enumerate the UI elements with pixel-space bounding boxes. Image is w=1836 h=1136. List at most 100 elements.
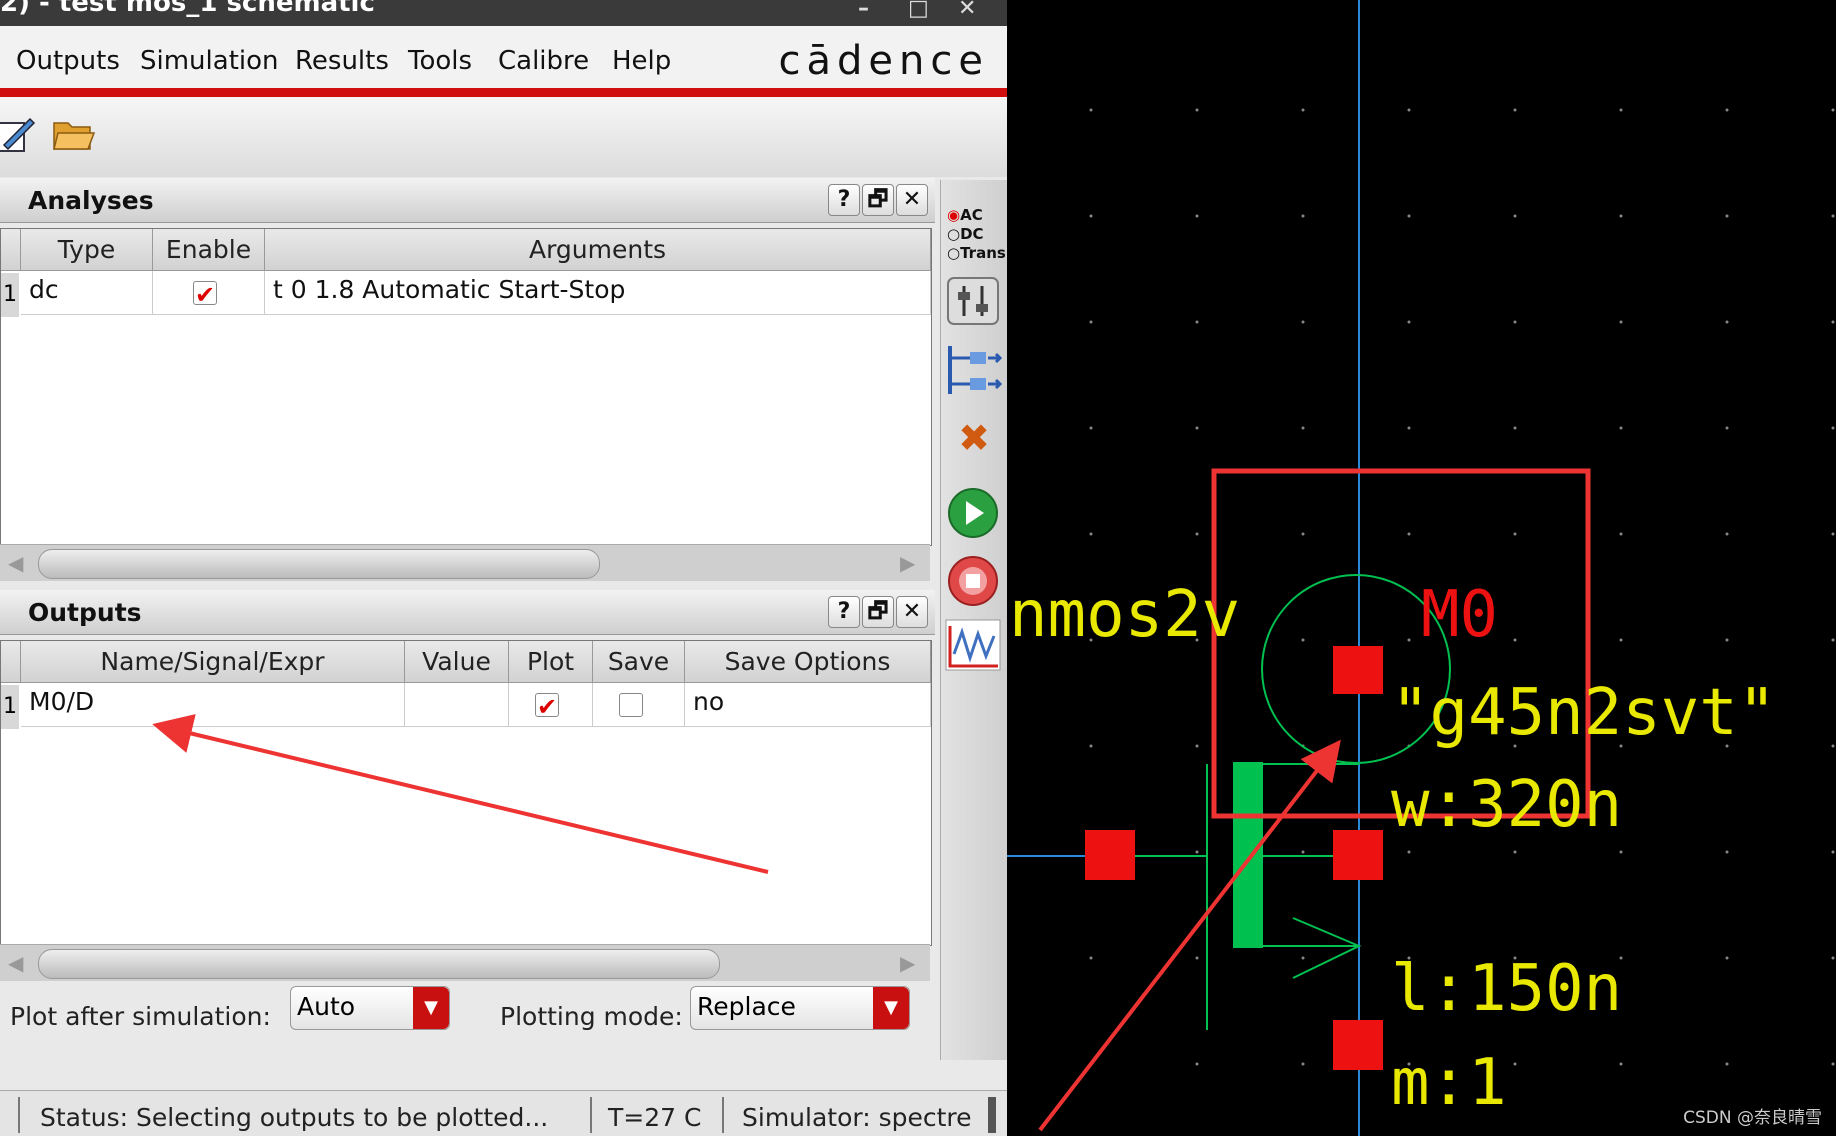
row-number: 1 <box>1 685 19 729</box>
plotting-mode-value: Replace <box>697 992 796 1021</box>
grid-dot <box>1301 1062 1305 1066</box>
grid-dot <box>1089 956 1093 960</box>
grid-dot <box>1195 1062 1199 1066</box>
grid-dot <box>1831 638 1835 642</box>
menu-simulation[interactable]: Simulation <box>140 46 279 76</box>
scroll-right-icon[interactable]: ▶ <box>900 551 915 575</box>
drain-pin[interactable] <box>1333 646 1383 694</box>
radio-trans[interactable]: ○Trans <box>947 244 1006 263</box>
grid-dot <box>1301 108 1305 112</box>
grid-dot <box>1831 108 1835 112</box>
scroll-left-icon[interactable]: ◀ <box>8 951 23 975</box>
grid-dot <box>1195 850 1199 854</box>
scroll-thumb[interactable] <box>38 549 600 579</box>
menu-outputs[interactable]: Outputs <box>16 46 120 76</box>
outputs-scrollbar[interactable]: ◀ ▶ <box>0 944 930 981</box>
outputs-help-button[interactable]: ? <box>828 596 860 628</box>
waveform-plot-icon[interactable] <box>944 618 1002 672</box>
grid-dot <box>1089 744 1093 748</box>
accent-bar <box>0 88 1007 97</box>
run-simulation-icon[interactable] <box>946 486 1000 540</box>
scroll-right-icon[interactable]: ▶ <box>900 951 915 975</box>
stop-simulation-icon[interactable] <box>946 554 1000 608</box>
plot-after-select[interactable]: Auto ▼ <box>290 986 450 1030</box>
col-value[interactable]: Value <box>405 641 509 683</box>
grid-dot <box>1301 532 1305 536</box>
delete-icon[interactable]: ✖ <box>941 416 1007 460</box>
netlist-icon[interactable] <box>944 340 1004 400</box>
col-save[interactable]: Save <box>593 641 685 683</box>
close-window-button[interactable]: ✕ <box>958 0 976 21</box>
analysis-radio-group: ◉AC ○DC ○Trans <box>947 206 1006 263</box>
chevron-down-icon[interactable]: ▼ <box>413 987 449 1029</box>
analysis-enable-checkbox[interactable] <box>193 276 217 314</box>
col-enable[interactable]: Enable <box>153 229 265 271</box>
plotting-mode-select[interactable]: Replace ▼ <box>690 986 910 1030</box>
open-folder-icon[interactable] <box>52 115 96 155</box>
model-label: "g45n2svt" <box>1391 676 1776 750</box>
analyses-help-button[interactable]: ? <box>828 184 860 216</box>
grid-dot <box>1195 426 1199 430</box>
resize-grip[interactable] <box>988 1097 996 1133</box>
title-bar: 2) - test mos_1 schematic – □ ✕ <box>0 0 1007 26</box>
output-save-checkbox[interactable] <box>619 693 643 717</box>
grid-dot <box>1725 1062 1729 1066</box>
col-plot[interactable]: Plot <box>509 641 593 683</box>
analyses-close-button[interactable]: ✕ <box>896 184 928 216</box>
grid-dot <box>1725 532 1729 536</box>
grid-dot <box>1619 532 1623 536</box>
status-text: Status: Selecting outputs to be plotted.… <box>40 1103 549 1132</box>
grid-dot <box>1831 214 1835 218</box>
grid-dot <box>1195 214 1199 218</box>
outputs-header: Outputs ? 🗗 ✕ <box>0 590 935 635</box>
source-pin[interactable] <box>1333 1020 1383 1070</box>
col-save-options[interactable]: Save Options <box>685 641 931 683</box>
radio-dc[interactable]: ○DC <box>947 225 1006 244</box>
col-arguments[interactable]: Arguments <box>265 229 931 271</box>
grid-dot <box>1195 320 1199 324</box>
grid-dot <box>1301 850 1305 854</box>
cadence-logo: cādence <box>778 38 989 84</box>
menu-help[interactable]: Help <box>612 46 671 76</box>
width-label: w:320n <box>1391 768 1622 842</box>
schematic-canvas[interactable]: nmos2v M0 "g45n2svt" w:320n l:150n m:1 C… <box>1007 0 1836 1136</box>
grid-dot <box>1089 214 1093 218</box>
grid-dot <box>1407 108 1411 112</box>
grid-dot <box>1725 320 1729 324</box>
maximize-button[interactable]: □ <box>908 0 929 21</box>
output-value <box>405 683 509 727</box>
grid-dot <box>1725 426 1729 430</box>
minimize-button[interactable]: – <box>858 0 869 21</box>
col-type[interactable]: Type <box>21 229 153 271</box>
grid-dot <box>1831 956 1835 960</box>
radio-ac[interactable]: ◉AC <box>947 206 1006 225</box>
outputs-close-button[interactable]: ✕ <box>896 596 928 628</box>
menu-tools[interactable]: Tools <box>408 46 472 76</box>
output-save-options: no <box>685 683 931 727</box>
gate-pin[interactable] <box>1085 830 1135 880</box>
scroll-thumb[interactable] <box>38 949 720 979</box>
grid-dot <box>1831 744 1835 748</box>
grid-dot <box>1195 532 1199 536</box>
grid-dot <box>1089 320 1093 324</box>
edit-icon[interactable] <box>0 115 38 155</box>
scroll-left-icon[interactable]: ◀ <box>8 551 23 575</box>
grid-dot <box>1619 638 1623 642</box>
analyses-float-button[interactable]: 🗗 <box>862 184 894 216</box>
grid-dot <box>1619 1062 1623 1066</box>
tune-icon[interactable] <box>946 276 1000 326</box>
grid-dot <box>1725 108 1729 112</box>
analyses-scrollbar[interactable]: ◀ ▶ <box>0 544 930 581</box>
chevron-down-icon[interactable]: ▼ <box>873 987 909 1029</box>
grid-dot <box>1407 426 1411 430</box>
grid-dot <box>1407 850 1411 854</box>
output-plot-checkbox[interactable] <box>535 688 559 726</box>
col-name-signal-expr[interactable]: Name/Signal/Expr <box>21 641 405 683</box>
menu-results[interactable]: Results <box>295 46 389 76</box>
outputs-float-button[interactable]: 🗗 <box>862 596 894 628</box>
bulk-pin[interactable] <box>1333 830 1383 880</box>
grid-dot <box>1725 850 1729 854</box>
grid-dot <box>1619 850 1623 854</box>
grid-dot <box>1513 1062 1517 1066</box>
menu-calibre[interactable]: Calibre <box>498 46 589 76</box>
